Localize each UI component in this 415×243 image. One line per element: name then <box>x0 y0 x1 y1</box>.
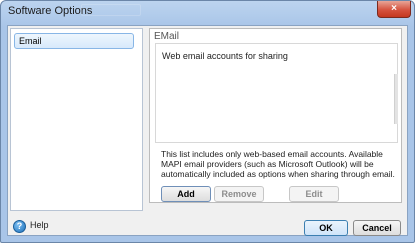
help-label: Help <box>30 220 49 230</box>
add-button[interactable]: Add <box>161 186 211 202</box>
title-bar[interactable]: Software Options × <box>1 1 414 25</box>
ok-button[interactable]: OK <box>304 220 348 236</box>
help-icon: ? <box>13 220 26 233</box>
list-header: Web email accounts for sharing <box>162 51 288 61</box>
window-title: Software Options <box>8 5 93 17</box>
sidebar-item-email[interactable]: Email <box>14 33 134 49</box>
options-sidebar: Email <box>10 28 143 211</box>
email-settings-panel: EMail Web email accounts for sharing Thi… <box>149 28 402 203</box>
close-icon: × <box>391 3 397 14</box>
background-window-ghost <box>81 4 141 16</box>
list-scrollbar[interactable] <box>394 74 398 124</box>
options-dialog: Software Options × Email EMail Web email… <box>0 0 415 243</box>
edit-button[interactable]: Edit <box>289 186 339 202</box>
email-accounts-list[interactable]: Web email accounts for sharing <box>155 43 398 143</box>
cancel-button[interactable]: Cancel <box>353 220 401 236</box>
info-text: This list includes only web-based email … <box>161 149 395 179</box>
help-link[interactable]: ? Help <box>13 219 73 237</box>
remove-button[interactable]: Remove <box>214 186 264 202</box>
dialog-client-area: Email EMail Web email accounts for shari… <box>7 25 408 236</box>
section-title: EMail <box>154 31 180 42</box>
sidebar-item-label: Email <box>19 36 42 46</box>
close-button[interactable]: × <box>377 1 411 18</box>
